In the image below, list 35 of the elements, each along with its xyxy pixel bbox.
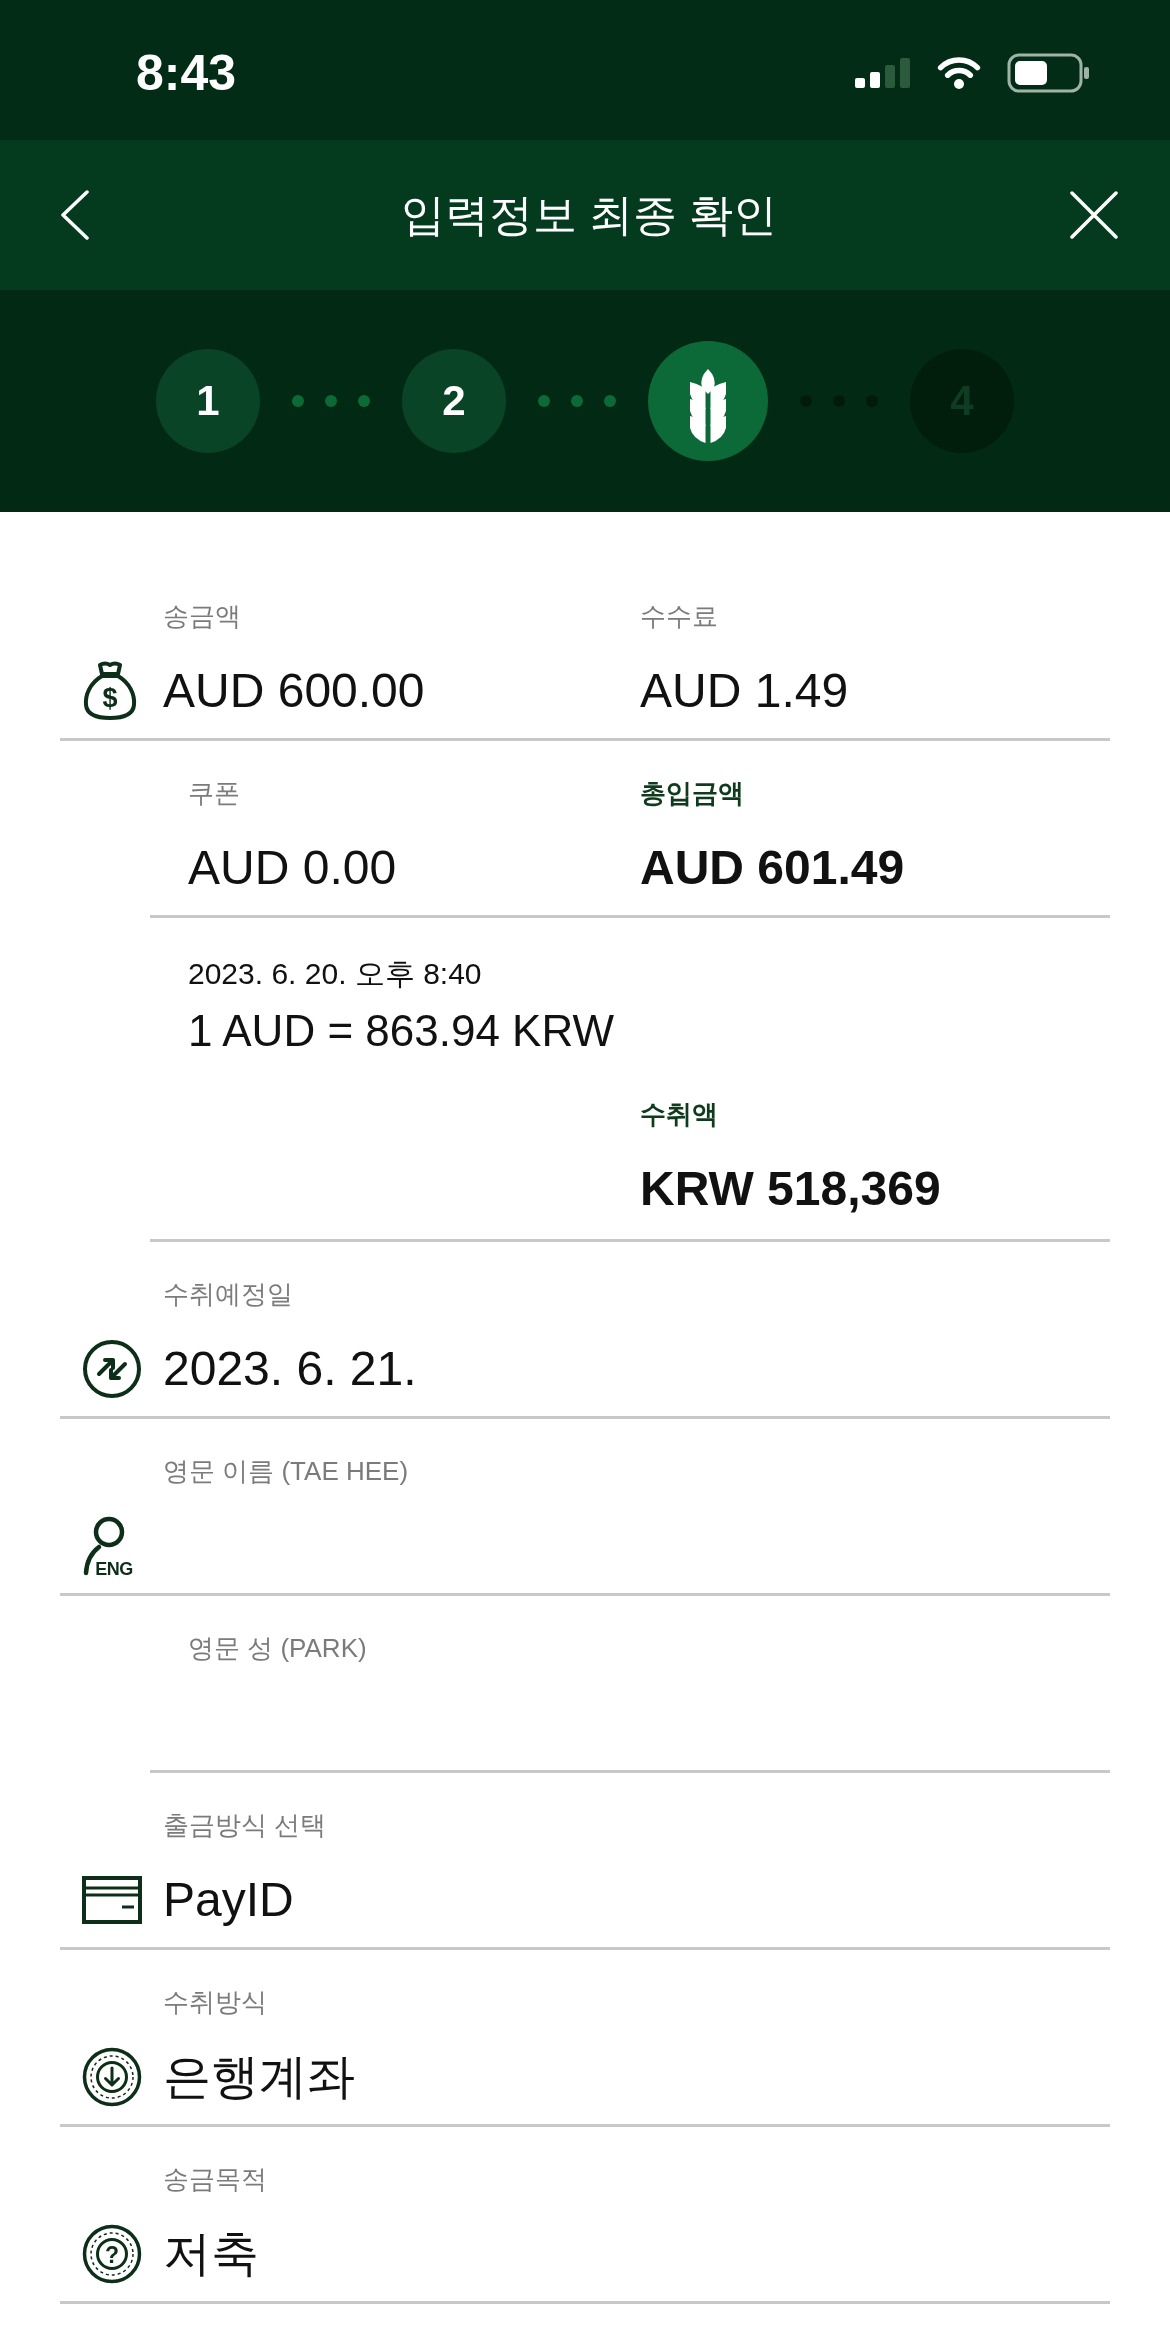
- card-icon: [82, 1876, 142, 1924]
- field-label: 수수료: [640, 600, 718, 633]
- field-value: AUD 1.49: [640, 663, 849, 719]
- wifi-icon: [935, 56, 983, 90]
- close-icon: [1070, 191, 1118, 239]
- field-label: 총입금액: [640, 777, 744, 810]
- field-label: 영문 이름 (TAE HEE): [163, 1455, 409, 1488]
- exchange-arrows-icon: [82, 1339, 142, 1399]
- status-time: 8:43: [136, 44, 237, 103]
- field-value: 2023. 6. 21.: [163, 1341, 417, 1397]
- field-label: 수취예정일: [163, 1278, 293, 1311]
- download-circle-icon: [82, 2047, 142, 2107]
- screen-title: 입력정보 최종 확인: [400, 189, 778, 241]
- field-label: 수취액: [640, 1098, 718, 1131]
- battery-icon: [1007, 53, 1091, 93]
- field-value: AUD 0.00: [188, 840, 397, 896]
- field-label: 출금방식 선택: [163, 1809, 327, 1842]
- field-label: 쿠폰: [188, 777, 240, 810]
- exchange-rate: 1 AUD = 863.94 KRW: [188, 1005, 614, 1057]
- question-circle-icon: ?: [82, 2224, 142, 2284]
- field-value: AUD 600.00: [163, 663, 425, 719]
- step-number: 2: [402, 349, 506, 453]
- rate-timestamp: 2023. 6. 20. 오후 8:40: [188, 956, 482, 992]
- field-value: AUD 601.49: [640, 840, 905, 896]
- field-label: 수취방식: [163, 1986, 267, 2019]
- step-number: 1: [156, 349, 260, 453]
- chevron-left-icon: [60, 190, 90, 240]
- field-label: 송금목적: [163, 2163, 267, 2196]
- field-label: 송금액: [163, 600, 241, 633]
- signal-icon: [855, 58, 911, 88]
- field-value: 저축: [163, 2226, 259, 2282]
- field-value: PayID: [163, 1872, 294, 1928]
- field-value: 은행계좌: [163, 2049, 355, 2105]
- field-label: 영문 성 (PARK): [188, 1632, 367, 1665]
- field-value: KRW 518,369: [640, 1161, 941, 1217]
